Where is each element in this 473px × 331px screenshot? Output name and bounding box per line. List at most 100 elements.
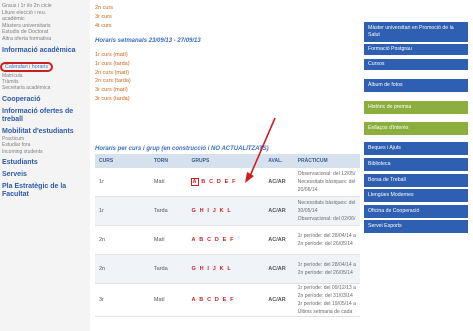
sidebar-button[interactable]: Formació Postgrau xyxy=(364,44,468,55)
table-row: 1r Matí A B C D E F AC/AR Observacional: del 12/0… xyxy=(95,168,360,197)
cell-grups: GHIJKL xyxy=(187,254,265,284)
sidebar-button[interactable]: Àlbum de fotos xyxy=(364,79,468,92)
link-3r-tarda[interactable]: 3r curs (tarda) xyxy=(95,95,360,104)
cell-aval[interactable]: AC/AR xyxy=(264,254,294,284)
group-link[interactable]: E xyxy=(223,297,227,303)
sidebar-button[interactable]: Llengües Modernes xyxy=(364,189,468,202)
nav-heading-estudiants[interactable]: Estudiants xyxy=(0,159,90,167)
nav-incoming[interactable]: Incoming students xyxy=(0,149,90,155)
cell-torn: Tarda xyxy=(149,196,188,226)
cell-aval[interactable]: AC/AR xyxy=(264,168,294,197)
col-aval: AVAL. xyxy=(264,154,294,168)
cell-torn: Tarda xyxy=(149,254,188,284)
nav-heading-informacio-academica: Informació acadèmica xyxy=(2,46,76,54)
group-link[interactable]: E xyxy=(223,237,227,243)
practicum-line: Necessitats bàsiques: del xyxy=(297,179,356,185)
sidebar-button[interactable]: Biblioteca xyxy=(364,158,468,171)
cell-grups: GHIJKL xyxy=(187,196,265,226)
link-1r-mati[interactable]: 1r curs (matí) xyxy=(95,51,360,60)
schedule-table: CURS TORN GRUPS AVAL. PRÀCTICUM 1r Matí A B… xyxy=(95,154,360,317)
group-link[interactable]: G xyxy=(192,266,196,272)
nav-academic[interactable]: acadèmic xyxy=(0,16,90,23)
nav-graus[interactable]: Graus i 1r i/o 2n cicle xyxy=(0,3,90,10)
group-link[interactable]: K xyxy=(220,208,224,214)
col-curs: CURS xyxy=(95,154,150,168)
sidebar-button[interactable]: Borsa de Treball xyxy=(364,174,468,187)
sidebar-button[interactable]: Històric de premsa xyxy=(364,101,468,114)
group-link[interactable]: B xyxy=(201,179,205,185)
practicum-line: 30/05/14 xyxy=(297,208,318,214)
practicum-line: 2n període: del 26/05/14 xyxy=(297,241,353,247)
cell-aval[interactable]: AC/AR xyxy=(264,283,294,317)
group-link[interactable]: L xyxy=(227,208,230,214)
nav-calendari-horaris[interactable]: Calendari i horaris xyxy=(0,61,53,73)
group-link[interactable]: A xyxy=(190,178,199,186)
group-link[interactable]: H xyxy=(200,208,204,214)
group-link[interactable]: B xyxy=(199,297,203,303)
nav-heading-serveis[interactable]: Serveis xyxy=(0,171,90,179)
group-link[interactable]: L xyxy=(227,266,230,272)
link-3r-curs[interactable]: 3r curs xyxy=(95,13,360,22)
left-navigation: Graus i 1r i/o 2n cicle Lliure elecció i… xyxy=(0,0,90,331)
cell-grups: ABCDEF xyxy=(187,225,265,255)
cell-practicum: Observacional: del 12/05/Necessitats bàs… xyxy=(293,168,360,197)
cell-aval[interactable]: AC/AR xyxy=(264,225,294,255)
group-link[interactable]: G xyxy=(192,208,196,214)
sidebar-button[interactable]: Servei Esports xyxy=(364,220,468,233)
cell-curs: 3r xyxy=(95,283,150,317)
group-link[interactable]: E xyxy=(225,179,229,185)
cell-grups: ABCDEF xyxy=(187,283,265,317)
group-link[interactable]: J xyxy=(213,266,216,272)
cell-curs: 2n xyxy=(95,225,150,255)
nav-secretaria[interactable]: Secretaria acadèmica xyxy=(0,85,90,91)
group-link[interactable]: J xyxy=(213,208,216,214)
group-link[interactable]: F xyxy=(230,297,233,303)
link-2n-mati[interactable]: 2n curs (matí) xyxy=(95,69,360,78)
group-link[interactable]: I xyxy=(207,208,209,214)
nav-lliure-eleccio[interactable]: Lliure elecció i reu. xyxy=(0,10,90,17)
sidebar-button[interactable]: Oficina de Cooperació xyxy=(364,205,468,218)
practicum-line: 2n període: del 31/03/14 xyxy=(297,293,353,299)
group-link[interactable]: C xyxy=(207,237,211,243)
nav-heading-cooperacio[interactable]: Cooperació xyxy=(0,96,90,104)
practicum-line: 1r període: del 28/04/14 a xyxy=(297,262,356,268)
group-link[interactable]: C xyxy=(209,179,213,185)
group-link[interactable]: C xyxy=(207,297,211,303)
practicum-line: Necessitats bàsiques: del xyxy=(297,200,356,206)
group-link[interactable]: D xyxy=(215,297,219,303)
group-link[interactable]: B xyxy=(199,237,203,243)
nav-heading-pla-estrategic[interactable]: Pla Estratègic de la Facultat xyxy=(0,183,90,199)
nav-masters[interactable]: Màsters universitaris xyxy=(0,23,90,30)
table-row: 1r Tarda G H I J K L AC/AR Necessitats bàsiques: … xyxy=(95,196,360,226)
link-2n-tarda[interactable]: 2n curs (tarda) xyxy=(95,77,360,86)
cell-torn: Matí xyxy=(149,225,188,255)
group-link[interactable]: F xyxy=(230,237,233,243)
table-row: 2n Matí A B C D E F AC/AR 1r període: del 28/04/1… xyxy=(95,225,360,255)
cell-aval[interactable]: AC/AR xyxy=(264,196,294,226)
nav-heading-mobilitat[interactable]: Mobilitat d'estudiants xyxy=(0,128,90,136)
group-link[interactable]: F xyxy=(232,179,235,185)
group-link[interactable]: A xyxy=(192,297,196,303)
link-3r-mati[interactable]: 3r curs (matí) xyxy=(95,86,360,95)
group-link[interactable]: D xyxy=(215,237,219,243)
group-link[interactable]: H xyxy=(200,266,204,272)
link-4t-curs[interactable]: 4t curs xyxy=(95,22,360,31)
nav-heading-ofertes-treball[interactable]: Informació ofertes de treball xyxy=(0,108,90,124)
table-row: 3r Matí A B C D E F AC/AR 1r període: del 09/12/1… xyxy=(95,283,360,317)
sidebar-button[interactable]: Màster universitari en Promoció de la Sa… xyxy=(364,22,468,42)
group-link[interactable]: A xyxy=(192,237,196,243)
cell-curs: 2n xyxy=(95,254,150,284)
main-content: 2n curs 3r curs 4t curs Horaris setmanal… xyxy=(95,0,360,331)
link-1r-tarda[interactable]: 1r curs (tarda) xyxy=(95,60,360,69)
group-link[interactable]: D xyxy=(217,179,221,185)
group-link[interactable]: K xyxy=(220,266,224,272)
nav-doctorat[interactable]: Estudis de Doctorat xyxy=(0,29,90,36)
sidebar-button[interactable]: Beques i Ajuts xyxy=(364,142,468,155)
practicum-line: Observacional: del 12/05/ xyxy=(297,171,356,177)
col-grups: GRUPS xyxy=(187,154,265,168)
sidebar-button[interactable]: Cursos xyxy=(364,59,468,70)
link-2n-curs[interactable]: 2n curs xyxy=(95,4,360,13)
group-link[interactable]: I xyxy=(207,266,209,272)
nav-altra-oferta[interactable]: Altra oferta formativa xyxy=(0,36,90,43)
sidebar-button[interactable]: Enllaços d'interès xyxy=(364,122,468,135)
